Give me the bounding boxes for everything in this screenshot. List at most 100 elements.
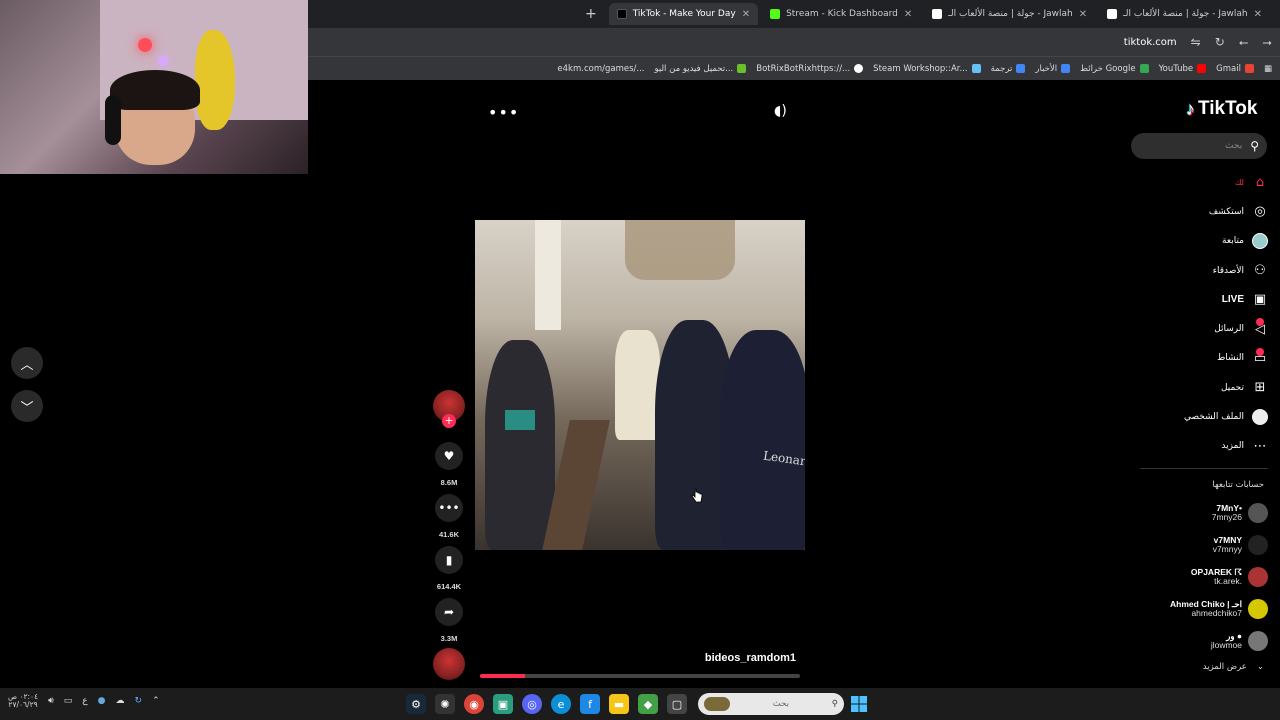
sidebar-item-explore[interactable]: استكشف ◎ (1150, 197, 1268, 226)
bookmark-youtube[interactable]: YouTube (1159, 64, 1207, 74)
search-icon: ⚲ (831, 699, 838, 709)
sidebar-item-label: الرسائل (1214, 324, 1244, 335)
edge-icon[interactable]: e (551, 694, 571, 714)
bookmark-label: ترجمة (990, 63, 1013, 74)
sidebar-item-upload[interactable]: تحميل ⊞ (1150, 373, 1268, 402)
sidebar-item-following[interactable]: متابعة (1150, 227, 1268, 256)
video-progress-fill (480, 674, 525, 678)
share-button[interactable]: ➦ 3.3M (430, 598, 468, 643)
following-account[interactable]: ور ● jlowmoe (1140, 625, 1268, 657)
sidebar-item-label: الأصدقاء (1212, 265, 1244, 276)
apps-grid-icon[interactable]: ▦ (1264, 64, 1272, 74)
next-video-button[interactable]: ﹀ (11, 390, 43, 422)
sidebar-item-label: الملف الشخصي (1184, 412, 1244, 423)
sidebar-item-more[interactable]: المزيد ⋯ (1150, 432, 1268, 461)
browser-tab[interactable]: جولة | منصة الألعاب الـ - Jawlah ✕ (924, 3, 1095, 25)
bookmark-google-maps[interactable]: خرائط Google (1080, 64, 1149, 74)
clock[interactable]: ٠٢:٠٤ ص ٢٧/٠٦/٢٩ (8, 692, 38, 710)
bookmark-video-download[interactable]: تحميل فيديو من اليو... (655, 64, 747, 74)
sidebar-item-activity[interactable]: النشاط ▭ (1150, 344, 1268, 373)
window-app-icon[interactable]: ▢ (667, 694, 687, 714)
sidebar-item-messages[interactable]: الرسائل ◁ (1150, 314, 1268, 343)
microphone-icon[interactable]: ● (98, 696, 106, 706)
tiktok-logo[interactable]: ♪ TikTok (1186, 98, 1257, 120)
sync-icon[interactable]: ↻ (135, 696, 143, 706)
language-indicator[interactable]: ع (82, 696, 87, 706)
sidebar-item-home[interactable]: لك ⌂ (1150, 168, 1268, 197)
site-settings-icon[interactable]: ⇋ (1191, 35, 1201, 49)
tab-title: جولة | منصة الألعاب الـ - Jawlah (948, 9, 1073, 19)
cloud-icon[interactable]: ☁︎ (116, 696, 125, 706)
sidebar-item-profile[interactable]: الملف الشخصي (1150, 402, 1268, 431)
follow-plus-icon[interactable]: + (442, 414, 456, 428)
taskbar-search[interactable]: بحث ⚲ (698, 693, 844, 715)
following-account[interactable]: 7MnY• 7mny26 (1140, 497, 1268, 529)
search-box[interactable]: ⚲ (1131, 133, 1267, 159)
sidebar-item-label: تحميل (1220, 382, 1244, 393)
settings-icon[interactable]: ✺ (435, 694, 455, 714)
browser-tab[interactable]: Stream - Kick Dashboard ✕ (762, 3, 920, 25)
forward-arrow-icon[interactable]: ⭠ (1239, 35, 1249, 50)
webcam-banana-plush (195, 30, 235, 130)
bookmark-botrix[interactable]: BotRixBotRixhttps://... (756, 63, 864, 74)
creator-avatar-button[interactable]: + (430, 390, 468, 428)
close-tab-icon[interactable]: ✕ (904, 9, 912, 20)
video-progress-bar[interactable] (480, 674, 800, 678)
previous-video-button[interactable]: ︿ (11, 347, 43, 379)
url-text[interactable]: tiktok.com (1124, 37, 1177, 48)
bookmark-e4km[interactable]: e4km.com/games/... (557, 64, 644, 74)
youtube-icon (1197, 64, 1207, 73)
notification-badge (1256, 347, 1264, 356)
facebook-icon[interactable]: f (580, 694, 600, 714)
see-more-button[interactable]: عرض المزيد ⌄ (1140, 662, 1268, 672)
sidebar-item-live[interactable]: LIVE ▣ (1150, 285, 1268, 314)
close-tab-icon[interactable]: ✕ (742, 9, 750, 20)
webcam-headset (105, 95, 121, 145)
speaker-icon[interactable]: 🔊︎ (48, 696, 54, 706)
webcam-overlay (0, 0, 308, 174)
folder-icon[interactable]: ▬ (609, 694, 629, 714)
browser-tab[interactable]: جولة | منصة الألعاب الـ - Jawlah ✕ (1099, 3, 1270, 25)
video-username[interactable]: bideos_ramdom1 (680, 652, 796, 664)
account-handle: ahmedchiko7 (1191, 608, 1242, 618)
search-input[interactable] (1147, 141, 1243, 151)
bookmark-gmail[interactable]: Gmail (1216, 64, 1254, 74)
discord-icon[interactable]: ◎ (522, 694, 542, 714)
close-tab-icon[interactable]: ✕ (1079, 9, 1087, 20)
video-player[interactable]: Leonard (475, 220, 805, 550)
browser-tab-active[interactable]: TikTok - Make Your Day ✕ (608, 3, 759, 25)
sidebar-item-friends[interactable]: الأصدقاء ⚇ (1150, 256, 1268, 285)
following-account[interactable]: v7MNY v7mnyy (1140, 529, 1268, 561)
heart-icon: ♥ (435, 442, 463, 470)
windows-start-icon[interactable] (851, 696, 867, 712)
comment-button[interactable]: ••• 41.6K (430, 494, 468, 539)
search-icon[interactable]: ⚲ (1250, 139, 1259, 153)
network-icon[interactable]: ▭ (64, 696, 73, 706)
bookmark-news[interactable]: الأخبار (1035, 64, 1071, 74)
chevron-up-icon[interactable]: ⌃ (152, 696, 160, 706)
live-icon: ▣ (1253, 292, 1267, 308)
bookmark-translate[interactable]: ترجمة (991, 64, 1026, 74)
volume-icon[interactable]: ◖) (774, 103, 787, 119)
bookmark-label: BotRixBotRixhttps://... (756, 63, 851, 74)
close-tab-icon[interactable]: ✕ (1254, 9, 1262, 20)
tab-title: TikTok - Make Your Day (632, 9, 736, 19)
sound-disc-button[interactable] (433, 648, 465, 680)
save-button[interactable]: ▮ 614.4K (430, 546, 468, 591)
chrome-icon[interactable]: ◉ (464, 694, 484, 714)
avatar (1248, 567, 1268, 587)
following-account[interactable]: OPJAREK ☈ tk.arek. (1140, 561, 1268, 593)
reload-icon[interactable]: ↻ (1215, 35, 1225, 49)
video-uniform (505, 410, 535, 430)
new-tab-button[interactable]: + (577, 6, 605, 22)
bookmark-steam-workshop[interactable]: Steam Workshop::Ar... (873, 64, 981, 74)
sidebar-item-label: المزيد (1221, 441, 1244, 452)
tab-title: Stream - Kick Dashboard (786, 9, 898, 19)
xbox-app-icon[interactable]: ◆ (638, 694, 658, 714)
video-options-icon[interactable]: ••• (488, 103, 519, 122)
game-app-icon[interactable]: ▣ (493, 694, 513, 714)
like-button[interactable]: ♥ 8.6M (430, 442, 468, 487)
back-arrow-icon[interactable]: ⭢ (1262, 35, 1272, 50)
steam-icon[interactable]: ⚙ (406, 694, 426, 714)
following-account[interactable]: Ahmed Chiko | احـ ahmedchiko7 (1140, 593, 1268, 625)
